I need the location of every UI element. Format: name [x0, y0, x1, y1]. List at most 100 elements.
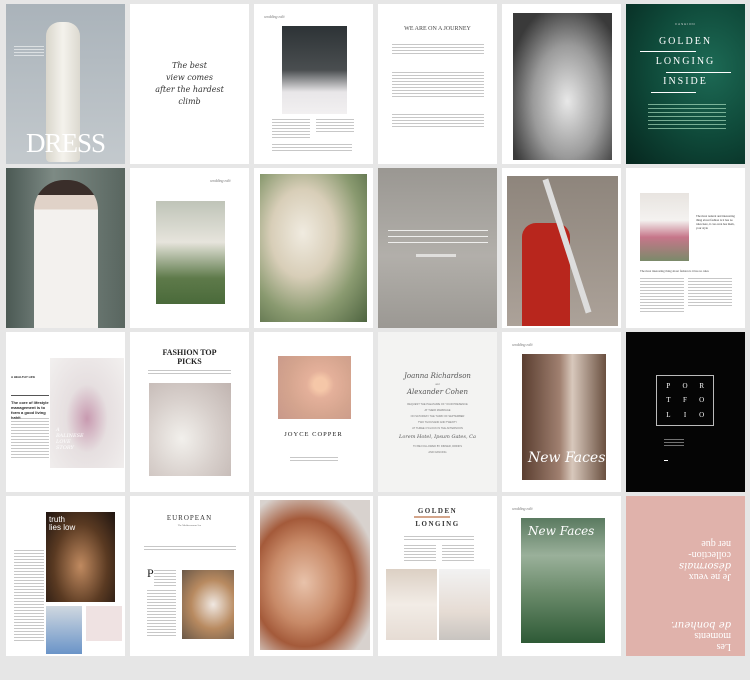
page-european[interactable]: EUROPEAN The Mediterranean Sea P — [130, 496, 249, 656]
page-red-coat[interactable] — [502, 168, 621, 328]
overlay-title: A BALINESE LOVE STORY — [56, 427, 84, 451]
pull-quote: The most natural and interesting thing a… — [696, 214, 735, 230]
page-new-faces-couple[interactable]: wedding edit New Faces — [502, 332, 621, 492]
headline-line: GOLDEN — [658, 36, 713, 47]
overlay-line: lies low — [49, 523, 76, 532]
name-title: JOYCE COPPER — [284, 431, 343, 438]
quote-line: The best — [172, 61, 207, 70]
quote-line: ner que — [701, 538, 731, 549]
photo — [260, 174, 367, 322]
page-title: WE ARE ON A JOURNEY — [404, 26, 471, 32]
letter: F — [683, 396, 687, 405]
photo — [50, 358, 124, 468]
title-line: PICKS — [177, 357, 202, 366]
quote-text: The best view comes after the hardest cl… — [130, 60, 249, 108]
photo-small — [46, 606, 82, 654]
page-title: EUROPEAN — [166, 514, 213, 522]
photo — [260, 500, 370, 650]
page-healthy-life[interactable]: A HEALTHY LIFE The core of lifestyle man… — [6, 332, 125, 492]
quote-line: de bonheur. — [670, 619, 731, 630]
page-fashion-top-picks[interactable]: FASHION TOP PICKS — [130, 332, 249, 492]
photo-small — [86, 606, 122, 641]
photo — [156, 201, 225, 304]
quote-line: collection- — [688, 549, 731, 560]
kicker: FASHION — [675, 22, 696, 26]
model-figure — [34, 180, 98, 328]
cover-title: DRESS — [25, 128, 106, 158]
quote-block: Je ne veux désormais collection- ner que — [679, 538, 731, 582]
photo-rose — [278, 356, 351, 419]
letter: O — [699, 410, 705, 419]
subhead: The most interesting thing about fashion… — [640, 269, 709, 273]
title-line: FASHION TOP — [162, 348, 217, 357]
page-portrait[interactable] — [254, 496, 373, 656]
portfolio-box: P O R T F O L I O — [656, 375, 714, 426]
headline-line: INSIDE — [663, 76, 708, 87]
headline-line: LONGING — [655, 56, 716, 67]
page-fashion-rules[interactable]: The most natural and interesting thing a… — [626, 168, 745, 328]
letter: T — [666, 396, 671, 405]
invitee-name: Joanna Richardson — [404, 372, 471, 380]
overlay-title: New Faces — [528, 524, 595, 538]
quote-line: after the hardest — [155, 85, 224, 94]
invitation-line: AT THREE O'CLOCK IN THE AFTERNOON — [412, 427, 463, 430]
page-wedding-invitation[interactable]: Joanna Richardson and Alexander Cohen RE… — [378, 332, 497, 492]
page-portfolio[interactable]: P O R T F O L I O — [626, 332, 745, 492]
page-floral-dress[interactable]: wedding edit — [130, 168, 249, 328]
overlay-line: STORY — [56, 445, 74, 451]
drop-cap: P — [147, 566, 154, 580]
quote-block: Les moments de bonheur. — [671, 619, 731, 652]
invitee-name: Alexander Cohen — [407, 388, 468, 396]
venue: Lorem Hotel, Ipsum Gates, Ca — [399, 434, 476, 440]
photo — [182, 570, 234, 639]
headline-line: LONGING — [415, 520, 460, 528]
headline: The core of lifestyle management is to f… — [11, 400, 49, 420]
quote-line: désormais — [678, 560, 731, 571]
page-meadow-photo[interactable] — [254, 168, 373, 328]
photo — [513, 13, 612, 160]
photo — [386, 569, 437, 640]
photo — [149, 383, 231, 476]
page-joyce-copper[interactable]: JOYCE COPPER — [254, 332, 373, 492]
invitation-line: AND DANCING — [428, 451, 447, 454]
headline-line: GOLDEN — [417, 507, 458, 515]
after-lines: TO BE FOLLOWED BY DINNER, DRINKS AND DAN… — [378, 444, 497, 456]
and-text: and — [435, 383, 440, 386]
page-dress-cover[interactable]: DRESS — [6, 4, 125, 164]
page-header: wedding edit — [264, 14, 285, 19]
page-header: wedding edit — [512, 506, 533, 511]
page-golden-longing-green[interactable]: FASHION GOLDEN LONGING INSIDE — [626, 4, 745, 164]
overlay-title: New Faces — [528, 450, 606, 466]
invitation-lines: REQUEST THE PLEASURE OF YOUR PRESENCE AT… — [378, 402, 497, 432]
photo — [439, 569, 490, 640]
page-script-quote[interactable] — [378, 168, 497, 328]
page-grid: DRESS The best view comes after the hard… — [6, 4, 745, 656]
page-quote[interactable]: The best view comes after the hardest cl… — [130, 4, 249, 164]
page-journey[interactable]: WE ARE ON A JOURNEY — [378, 4, 497, 164]
page-wedding-edit[interactable]: wedding edit — [254, 4, 373, 164]
letter: L — [666, 410, 671, 419]
kicker: A HEALTHY LIFE — [11, 375, 36, 379]
letter: O — [699, 396, 705, 405]
page-bw-photo[interactable] — [502, 4, 621, 164]
subtitle: The Mediterranean Sea — [177, 524, 202, 527]
quote-line: Les — [716, 641, 731, 652]
quote-line: climb — [178, 97, 201, 106]
letter: O — [682, 382, 688, 391]
page-new-faces-cactus[interactable]: wedding edit New Faces — [502, 496, 621, 656]
quote-line: moments — [694, 630, 731, 641]
quote-line: view comes — [166, 73, 213, 82]
letter: I — [683, 410, 687, 419]
page-header: wedding edit — [210, 178, 231, 183]
photo — [282, 26, 347, 114]
letter: R — [699, 382, 704, 391]
page-title: FASHION TOP PICKS — [130, 348, 249, 366]
photo — [640, 193, 689, 261]
quote-line: Je ne veux — [688, 571, 731, 582]
page-gown-photo[interactable] — [6, 168, 125, 328]
page-pink-quote[interactable]: Les moments de bonheur. Je ne veux désor… — [626, 496, 745, 656]
page-golden-longing-white[interactable]: GOLDEN LONGING — [378, 496, 497, 656]
page-truth-lies-low[interactable]: truth lies low — [6, 496, 125, 656]
overlay-title: truth lies low — [49, 516, 75, 532]
page-header: wedding edit — [512, 342, 533, 347]
